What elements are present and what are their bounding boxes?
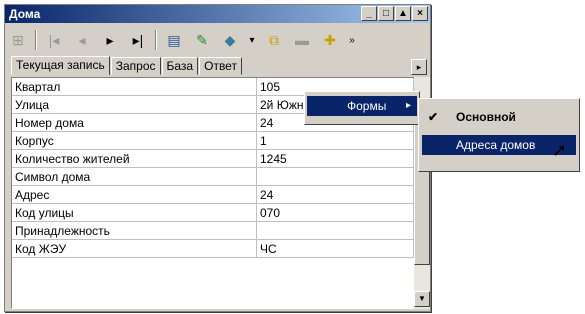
table-row[interactable]: Код ЖЭУ ЧС <box>12 239 414 258</box>
new-folder-icon[interactable]: ✚ <box>319 29 341 51</box>
next-record-icon[interactable]: ▸ <box>99 29 121 51</box>
field-name: Символ дома <box>12 167 257 186</box>
submenu-item-label: Основной <box>456 110 516 124</box>
field-name: Адрес <box>12 185 257 204</box>
last-record-icon[interactable]: ▸| <box>127 29 149 51</box>
scroll-up-button[interactable]: ▲ <box>395 6 411 21</box>
grid-icon[interactable]: ⊞ <box>7 29 29 51</box>
field-name: Квартал <box>12 78 257 96</box>
tab-query[interactable]: Запрос <box>110 57 161 75</box>
form-window: Дома _ □ ▲ × ⊞ |◂ ◂ ▸ ▸| ▤ ✎ ◆ ▾ ⧉ ▬ ✚ »… <box>4 4 431 312</box>
toolbar-separator <box>155 30 157 50</box>
form-icon[interactable]: ▤ <box>163 29 185 51</box>
restore-button[interactable]: □ <box>378 6 394 21</box>
menu-item-label: Формы <box>347 99 387 113</box>
checkmark-icon: ✔ <box>427 110 439 124</box>
field-value[interactable] <box>256 167 414 186</box>
toolbar-separator <box>35 30 37 50</box>
field-value[interactable]: ЧС <box>256 239 414 258</box>
table-row[interactable]: Код улицы 070 <box>12 203 414 222</box>
field-name: Номер дома <box>12 113 257 132</box>
table-row[interactable]: Количество жителей 1245 <box>12 149 414 168</box>
field-name: Корпус <box>12 131 257 150</box>
window-title: Дома <box>9 7 41 21</box>
field-name: Количество жителей <box>12 149 257 168</box>
prev-record-icon[interactable]: ◂ <box>71 29 93 51</box>
submenu-item-label: Адреса домов <box>456 138 536 152</box>
field-name: Принадлежность <box>12 221 257 240</box>
table-row[interactable]: Адрес 24 <box>12 185 414 204</box>
field-value[interactable]: 1 <box>256 131 414 150</box>
table-row[interactable]: Принадлежность <box>12 221 414 240</box>
field-value[interactable]: 1245 <box>256 149 414 168</box>
submenu-item-main[interactable]: ✔ Основной <box>422 107 576 127</box>
palette-icon[interactable]: ◆ <box>219 29 241 51</box>
toolbar: ⊞ |◂ ◂ ▸ ▸| ▤ ✎ ◆ ▾ ⧉ ▬ ✚ » <box>7 27 427 53</box>
window-controls: _ □ ▲ × <box>361 6 428 21</box>
tab-scroll-right-button[interactable]: ▸ <box>411 59 427 75</box>
table-row[interactable]: Символ дома <box>12 167 414 186</box>
menu-item-forms[interactable]: Формы ▸ <box>307 96 417 116</box>
edit-icon[interactable]: ✎ <box>191 29 213 51</box>
field-name: Код улицы <box>12 203 257 222</box>
context-menu: Формы ▸ <box>304 91 420 125</box>
title-bar[interactable]: Дома _ □ ▲ × <box>5 5 430 23</box>
palette-dropdown-icon[interactable]: ▾ <box>247 29 257 51</box>
tab-answer[interactable]: Ответ <box>199 57 242 75</box>
minimize-button[interactable]: _ <box>361 6 377 21</box>
overflow-icon[interactable]: » <box>347 29 357 51</box>
table-row[interactable]: Корпус 1 <box>12 131 414 150</box>
scroll-down-button[interactable]: ▼ <box>414 291 430 307</box>
field-value[interactable] <box>256 221 414 240</box>
tab-base[interactable]: База <box>161 57 199 75</box>
submenu-arrow-icon: ▸ <box>405 100 411 111</box>
first-record-icon[interactable]: |◂ <box>43 29 65 51</box>
field-name: Код ЖЭУ <box>12 239 257 258</box>
tab-strip: Текущая запись Запрос База Ответ <box>11 56 243 75</box>
copy-icon[interactable]: ⧉ <box>263 29 285 51</box>
field-value[interactable]: 24 <box>256 185 414 204</box>
folder-icon[interactable]: ▬ <box>291 29 313 51</box>
field-value[interactable]: 070 <box>256 203 414 222</box>
mouse-cursor-icon: ➚ <box>552 140 568 160</box>
field-name: Улица <box>12 95 257 114</box>
tab-current-record[interactable]: Текущая запись <box>11 56 110 75</box>
close-button[interactable]: × <box>412 6 428 21</box>
